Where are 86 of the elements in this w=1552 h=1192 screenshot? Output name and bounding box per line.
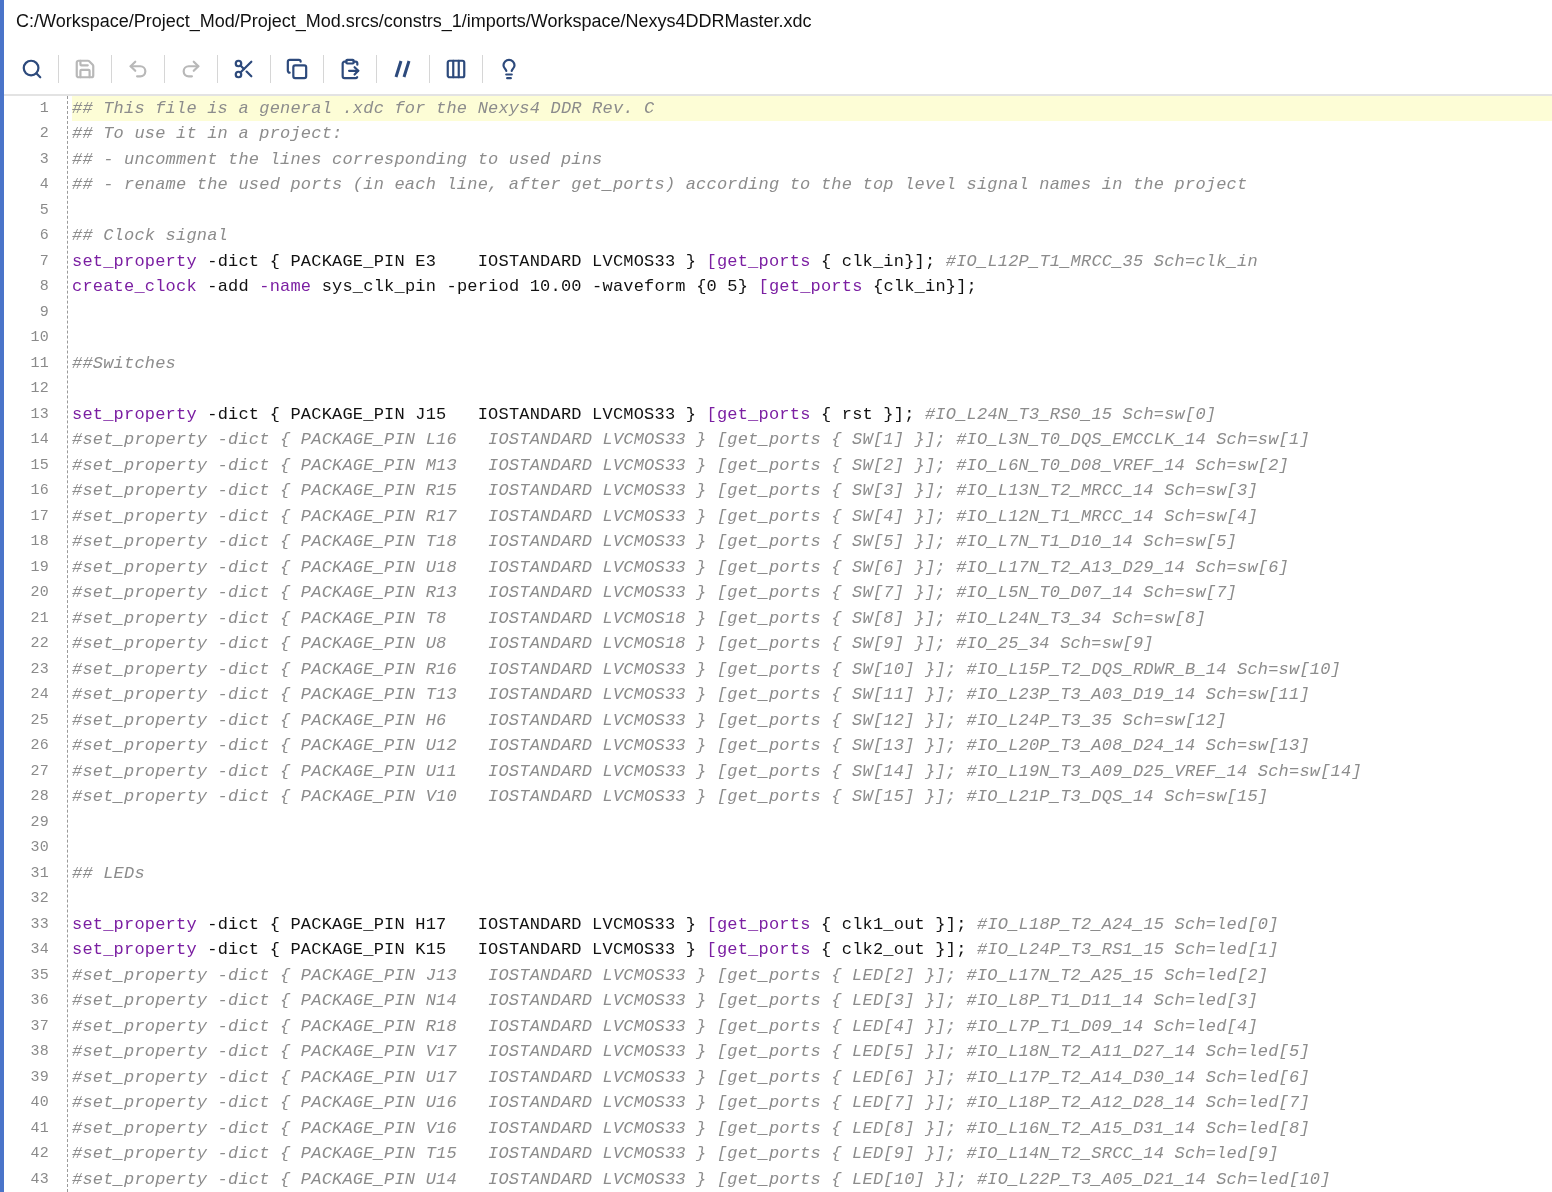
code-line: set_property -dict { PACKAGE_PIN K15 IOSTANDARD LVCMOS33 } [get_ports { clk2_out }]; #IO_L24P_T3_RS1_15 Sch=led[1] bbox=[72, 940, 1279, 959]
line-number: 19 bbox=[30, 557, 49, 578]
code-line: #set_property -dict { PACKAGE_PIN R15 IOSTANDARD LVCMOS33 } [get_ports { SW[3] }]; #IO_L13N_T2_MRCC_14 Sch=sw[3] bbox=[72, 481, 1258, 500]
line-number: 31 bbox=[30, 863, 49, 884]
code-line: ## LEDs bbox=[72, 863, 145, 883]
file-path-title: C:/Workspace/Project_Mod/Project_Mod.srcs/constrs_1/imports/Workspace/Nexys4DDRMaster.xdc bbox=[16, 10, 812, 34]
code-line: set_property -dict { PACKAGE_PIN H17 IOSTANDARD LVCMOS33 } [get_ports { clk1_out }]; #IO_L18P_T2_A24_15 Sch=led[0] bbox=[72, 914, 1279, 934]
line-number: 42 bbox=[30, 1144, 49, 1164]
code-line: #set_property -dict { PACKAGE_PIN R13 IOSTANDARD LVCMOS33 } [get_ports { SW[7] }]; #IO_L5N_T0_D07_14 Sch=sw[7] bbox=[72, 583, 1237, 602]
scissors-icon bbox=[233, 57, 255, 80]
line-number: 26 bbox=[30, 736, 49, 756]
code-line: #set_property -dict { PACKAGE_PIN U11 IOSTANDARD LVCMOS33 } [get_ports { SW[14] }]; #IO_L19N_T3_A09_D25_VREF_14 Sch=sw[14] bbox=[72, 761, 1362, 781]
line-number: 35 bbox=[30, 965, 49, 986]
code-line: #set_property -dict { PACKAGE_PIN V10 IOSTANDARD LVCMOS33 } [get_ports { SW[15] }]; #IO_L21P_T3_DQS_14 Sch=sw[15] bbox=[72, 787, 1269, 806]
line-number: 17 bbox=[30, 506, 49, 527]
line-number: 22 bbox=[30, 634, 49, 654]
code-line: #set_property -dict { PACKAGE_PIN U16 IOSTANDARD LVCMOS33 } [get_ports { LED[7] }]; #IO_L18P_T2_A12_D28_14 Sch=led[7] bbox=[72, 1093, 1310, 1112]
code-line: ##Switches bbox=[72, 353, 177, 373]
line-number: 24 bbox=[30, 685, 49, 705]
line-number: 10 bbox=[30, 328, 49, 348]
code-line: create_clock -add -name sys_clk_pin -period 10.00 -waveform {0 5} [get_ports {clk_in}]; bbox=[72, 277, 977, 296]
code-line: #set_property -dict { PACKAGE_PIN N14 IOSTANDARD LVCMOS33 } [get_ports { LED[3] }]; #IO_L8P_T1_D11_14 Sch=led[3] bbox=[72, 991, 1258, 1010]
line-number: 21 bbox=[30, 608, 49, 629]
line-number: 5 bbox=[39, 200, 49, 221]
save-icon bbox=[74, 57, 96, 80]
code-line: #set_property -dict { PACKAGE_PIN T8 IOSTANDARD LVCMOS18 } [get_ports { SW[8] }]; #IO_L24N_T3_34 Sch=sw[8] bbox=[72, 608, 1206, 628]
search-icon bbox=[21, 57, 43, 80]
line-number: 16 bbox=[30, 481, 49, 501]
line-number: 30 bbox=[30, 838, 49, 858]
line-number: 7 bbox=[39, 251, 49, 272]
line-number: 13 bbox=[30, 404, 49, 425]
line-number: 34 bbox=[30, 940, 49, 960]
line-number: 1 bbox=[39, 98, 49, 119]
line-number: 14 bbox=[30, 430, 49, 450]
code-line: #set_property -dict { PACKAGE_PIN M13 IOSTANDARD LVCMOS33 } [get_ports { SW[2] }]; #IO_L6N_T0_D08_VREF_14 Sch=sw[2] bbox=[72, 455, 1289, 475]
line-number: 43 bbox=[30, 1169, 49, 1190]
code-line: #set_property -dict { PACKAGE_PIN U8 IOSTANDARD LVCMOS18 } [get_ports { SW[9] }]; #IO_25_34 Sch=sw[9] bbox=[72, 634, 1154, 653]
paste-icon bbox=[339, 57, 361, 80]
line-number: 36 bbox=[30, 991, 49, 1011]
code-line: ## - rename the used ports (in each line, after get_ports) according to the top level signal names in the project bbox=[72, 175, 1248, 194]
line-number: 12 bbox=[30, 379, 49, 399]
line-number: 27 bbox=[30, 761, 49, 782]
line-number: 37 bbox=[30, 1016, 49, 1037]
code-line: #set_property -dict { PACKAGE_PIN V17 IOSTANDARD LVCMOS33 } [get_ports { LED[5] }]; #IO_L18N_T2_A11_D27_14 Sch=led[5] bbox=[72, 1042, 1310, 1061]
line-number: 18 bbox=[30, 532, 49, 552]
line-number: 33 bbox=[30, 914, 49, 935]
line-number: 3 bbox=[39, 149, 49, 170]
line-number: 40 bbox=[30, 1093, 49, 1113]
line-number: 29 bbox=[30, 812, 49, 833]
copy-icon bbox=[286, 57, 308, 80]
code-line: #set_property -dict { PACKAGE_PIN H6 IOSTANDARD LVCMOS33 } [get_ports { SW[12] }]; #IO_L24P_T3_35 Sch=sw[12] bbox=[72, 710, 1227, 730]
line-number: 25 bbox=[30, 710, 49, 731]
columns-icon bbox=[445, 57, 467, 80]
code-line: #set_property -dict { PACKAGE_PIN R17 IOSTANDARD LVCMOS33 } [get_ports { SW[4] }]; #IO_L12N_T1_MRCC_14 Sch=sw[4] bbox=[72, 506, 1258, 526]
line-number: 39 bbox=[30, 1067, 49, 1088]
line-number: 8 bbox=[39, 277, 49, 297]
line-number: 32 bbox=[30, 889, 49, 909]
line-number: 23 bbox=[30, 659, 49, 680]
code-line: ## This file is a general .xdc for the Nexys4 DDR Rev. C bbox=[72, 98, 655, 118]
code-line: #set_property -dict { PACKAGE_PIN U18 IOSTANDARD LVCMOS33 } [get_ports { SW[6] }]; #IO_L17N_T2_A13_D29_14 Sch=sw[6] bbox=[72, 557, 1289, 577]
code-line: set_property -dict { PACKAGE_PIN E3 IOSTANDARD LVCMOS33 } [get_ports { clk_in}]; #IO_L12P_T1_MRCC_35 Sch=clk_in bbox=[72, 251, 1258, 271]
line-number: 15 bbox=[30, 455, 49, 476]
code-line: #set_property -dict { PACKAGE_PIN R18 IOSTANDARD LVCMOS33 } [get_ports { LED[4] }]; #IO_L7P_T1_D09_14 Sch=led[4] bbox=[72, 1016, 1258, 1036]
line-number: 11 bbox=[30, 353, 49, 374]
code-line: #set_property -dict { PACKAGE_PIN U12 IOSTANDARD LVCMOS33 } [get_ports { SW[13] }]; #IO_L20P_T3_A08_D24_14 Sch=sw[13] bbox=[72, 736, 1310, 755]
code-line: #set_property -dict { PACKAGE_PIN R16 IOSTANDARD LVCMOS33 } [get_ports { SW[10] }]; #IO_L15P_T2_DQS_RDWR_B_14 Sch=sw[10] bbox=[72, 659, 1341, 679]
code-line: #set_property -dict { PACKAGE_PIN L16 IOSTANDARD LVCMOS33 } [get_ports { SW[1] }]; #IO_L3N_T0_DQS_EMCCLK_14 Sch=sw[1] bbox=[72, 430, 1310, 449]
code-line: ## - uncomment the lines corresponding to used pins bbox=[72, 149, 603, 169]
code-line: #set_property -dict { PACKAGE_PIN T13 IOSTANDARD LVCMOS33 } [get_ports { SW[11] }]; #IO_L23P_T3_A03_D19_14 Sch=sw[11] bbox=[72, 685, 1310, 704]
code-line: ## To use it in a project: bbox=[72, 124, 343, 143]
code-line: #set_property -dict { PACKAGE_PIN J13 IOSTANDARD LVCMOS33 } [get_ports { LED[2] }]; #IO_L17N_T2_A25_15 Sch=led[2] bbox=[72, 965, 1269, 985]
line-number: 20 bbox=[30, 583, 49, 603]
line-number: 2 bbox=[39, 124, 49, 144]
line-number: 38 bbox=[30, 1042, 49, 1062]
line-number: 4 bbox=[39, 175, 49, 195]
line-number: 28 bbox=[30, 787, 49, 807]
line-number: 6 bbox=[39, 226, 49, 246]
line-number: 9 bbox=[39, 302, 49, 323]
line-number: 41 bbox=[30, 1118, 49, 1139]
code-line: #set_property -dict { PACKAGE_PIN V16 IOSTANDARD LVCMOS33 } [get_ports { LED[8] }]; #IO_L16N_T2_A15_D31_14 Sch=led[8] bbox=[72, 1118, 1310, 1138]
code-line: #set_property -dict { PACKAGE_PIN T18 IOSTANDARD LVCMOS33 } [get_ports { SW[5] }]; #IO_L7N_T1_D10_14 Sch=sw[5] bbox=[72, 532, 1237, 551]
code-line: set_property -dict { PACKAGE_PIN J15 IOSTANDARD LVCMOS33 } [get_ports { rst }]; #IO_L24N_T3_RS0_15 Sch=sw[0] bbox=[72, 404, 1217, 424]
code-line: #set_property -dict { PACKAGE_PIN T15 IOSTANDARD LVCMOS33 } [get_ports { LED[9] }]; #IO_L14N_T2_SRCC_14 Sch=led[9] bbox=[72, 1144, 1279, 1163]
code-line: ## Clock signal bbox=[72, 226, 229, 245]
code-line: #set_property -dict { PACKAGE_PIN U14 IOSTANDARD LVCMOS33 } [get_ports { LED[10] }]; #IO_L22P_T3_A05_D21_14 Sch=led[10] bbox=[72, 1169, 1331, 1189]
code-line: #set_property -dict { PACKAGE_PIN U17 IOSTANDARD LVCMOS33 } [get_ports { LED[6] }]; #IO_L17P_T2_A14_D30_14 Sch=led[6] bbox=[72, 1067, 1310, 1087]
